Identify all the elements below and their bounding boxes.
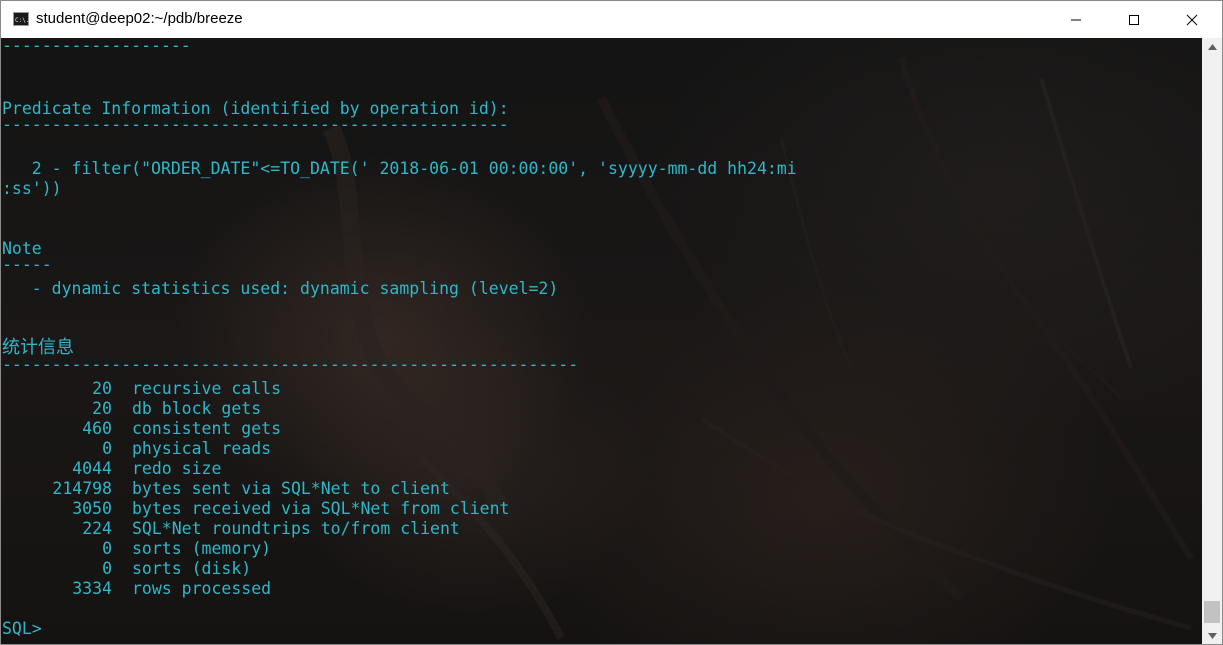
minimize-button[interactable] <box>1047 1 1105 38</box>
sql-prompt[interactable]: SQL> <box>2 619 42 639</box>
predicate-rule: ----------------------------------------… <box>2 115 509 134</box>
minimize-icon <box>1071 19 1081 20</box>
stat-value: 3050 <box>72 499 112 518</box>
stat-value: 4044 <box>72 459 112 478</box>
stat-value: 3334 <box>72 579 112 598</box>
stat-label: physical reads <box>132 439 272 458</box>
stat-value: 0 <box>102 439 112 458</box>
note-rule: ----- <box>2 255 52 274</box>
stat-value: 20 <box>92 379 112 398</box>
title-bar[interactable]: C:\. student@deep02:~/pdb/breeze <box>1 1 1222 38</box>
stat-value: 224 <box>82 519 112 538</box>
scroll-up-arrow-icon <box>1207 43 1217 50</box>
stat-value: 20 <box>92 399 112 418</box>
vertical-scrollbar[interactable] <box>1202 38 1222 644</box>
stat-label: consistent gets <box>132 419 282 438</box>
top-rule: ------------------- <box>2 38 191 55</box>
maximize-button[interactable] <box>1105 1 1163 38</box>
stat-value: 0 <box>102 539 112 558</box>
stat-label: SQL*Net roundtrips to/from client <box>132 519 460 538</box>
terminal-output[interactable]: ------------------- Predicate Informatio… <box>1 38 1202 644</box>
note-line: - dynamic statistics used: dynamic sampl… <box>2 279 559 298</box>
filter-line-2: :ss')) <box>2 179 62 198</box>
stat-label: rows processed <box>132 579 272 598</box>
stat-label: sorts (disk) <box>132 559 252 578</box>
app-icon-glyph: C:\. <box>15 17 30 24</box>
stat-label: bytes sent via SQL*Net to client <box>132 479 450 498</box>
filter-line-1: 2 - filter("ORDER_DATE"<=TO_DATE(' 2018-… <box>2 159 797 178</box>
stat-label: sorts (memory) <box>132 539 272 558</box>
stat-value: 0 <box>102 559 112 578</box>
scroll-up-button[interactable] <box>1202 38 1222 55</box>
console-app-icon[interactable]: C:\. <box>13 12 29 26</box>
console-window: C:\. student@deep02:~/pdb/breeze -------… <box>0 0 1223 645</box>
stat-label: db block gets <box>132 399 262 418</box>
stats-rule: ----------------------------------------… <box>2 355 579 374</box>
stat-value: 214798 <box>52 479 112 498</box>
stat-label: bytes received via SQL*Net from client <box>132 499 510 518</box>
scroll-thumb[interactable] <box>1204 601 1220 623</box>
stat-value: 460 <box>82 419 112 438</box>
close-icon <box>1186 14 1198 25</box>
scroll-down-arrow-icon <box>1207 632 1217 639</box>
close-button[interactable] <box>1163 1 1221 38</box>
window-title: student@deep02:~/pdb/breeze <box>36 10 243 27</box>
stat-label: recursive calls <box>132 379 282 398</box>
scroll-down-button[interactable] <box>1202 627 1222 644</box>
maximize-icon <box>1129 14 1139 25</box>
stat-label: redo size <box>132 459 222 478</box>
